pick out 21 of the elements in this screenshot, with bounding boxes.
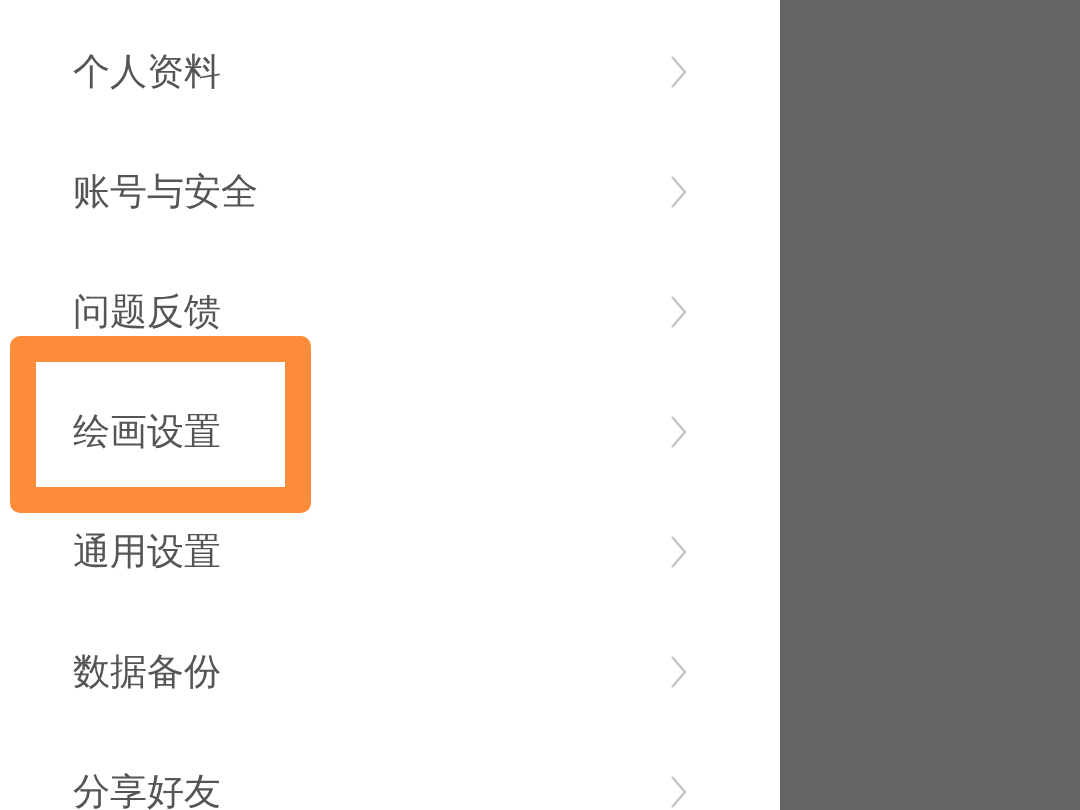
- menu-item[interactable]: 账号与安全: [0, 132, 780, 252]
- menu-item-label: 通用设置: [73, 529, 222, 575]
- menu-item[interactable]: 分享好友: [0, 732, 780, 810]
- menu-item-label: 账号与安全: [73, 169, 259, 215]
- menu-item-label: 问题反馈: [73, 289, 222, 335]
- menu-item-label: 分享好友: [73, 769, 222, 810]
- menu-item[interactable]: 通用设置: [0, 492, 780, 612]
- chevron-icon: [670, 175, 688, 209]
- menu-item[interactable]: 绘画设置: [0, 372, 780, 492]
- chevron-icon: [670, 655, 688, 689]
- chevron-icon: [670, 295, 688, 329]
- chevron-icon: [670, 415, 688, 449]
- menu-item[interactable]: 个人资料: [0, 12, 780, 132]
- chevron-icon: [670, 55, 688, 89]
- menu-item[interactable]: 数据备份: [0, 612, 780, 732]
- menu-item-label: 数据备份: [73, 649, 222, 695]
- menu-item-label: 绘画设置: [73, 409, 222, 455]
- menu-item-label: 个人资料: [73, 49, 222, 95]
- chevron-icon: [670, 775, 688, 809]
- menu-item[interactable]: 问题反馈: [0, 252, 780, 372]
- chevron-icon: [670, 535, 688, 569]
